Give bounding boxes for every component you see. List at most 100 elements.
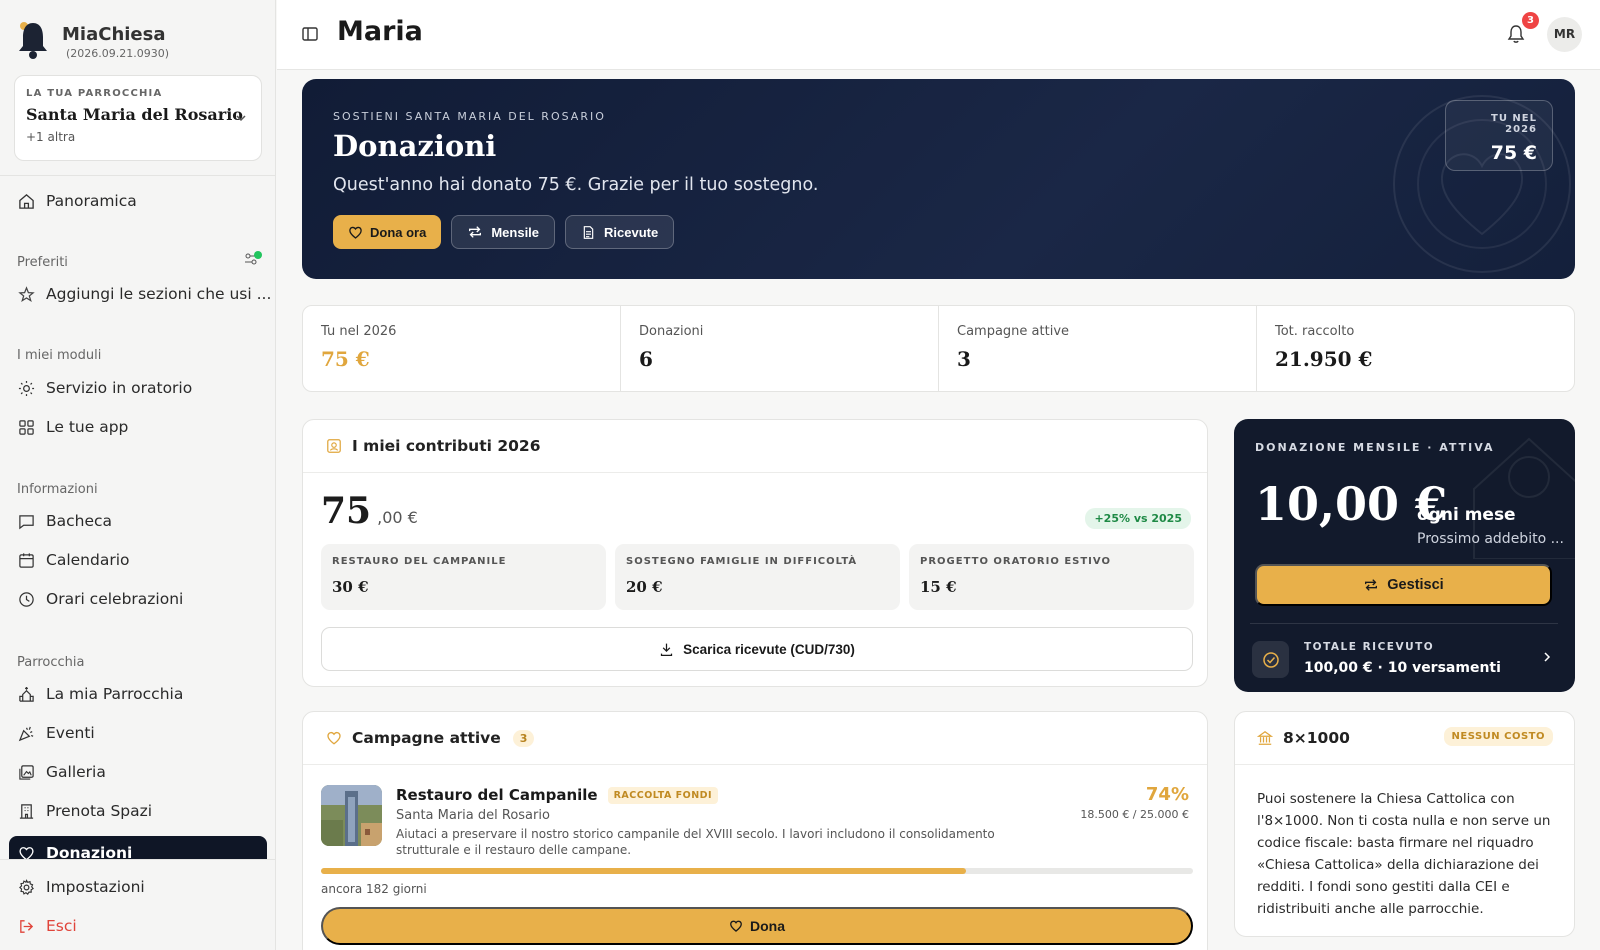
- card-header: Campagne attive 3: [303, 712, 1207, 765]
- sidebar: MiaChiesa (2026.09.21.0930) LA TUA PARRO…: [0, 0, 276, 950]
- nav-app[interactable]: Le tue app: [18, 418, 128, 436]
- nav-galleria[interactable]: Galleria: [18, 763, 106, 781]
- otto-per-mille-card: 8×1000 NESSUN COSTO Puoi sostenere la Ch…: [1234, 711, 1575, 937]
- nav-bacheca[interactable]: Bacheca: [18, 512, 112, 530]
- brand[interactable]: MiaChiesa (2026.09.21.0930): [16, 20, 275, 64]
- message-icon: [19, 514, 34, 529]
- year-value: 75 €: [1490, 142, 1537, 164]
- repeat-icon: [469, 226, 482, 238]
- stat-value: 21.950 €: [1275, 347, 1373, 371]
- building-icon: [19, 803, 34, 819]
- monthly-button[interactable]: Mensile: [451, 215, 556, 249]
- hero-title: Donazioni: [333, 129, 497, 163]
- nav-impostazioni[interactable]: Impostazioni: [18, 878, 145, 896]
- repeat-icon: [1365, 579, 1378, 591]
- nav-panoramica[interactable]: Panoramica: [18, 192, 137, 210]
- breakdown-item: SOSTEGNO FAMIGLIE IN DIFFICOLTÀ 20 €: [615, 544, 900, 610]
- contributions-card: I miei contributi 2026 75 ,00 € +25% vs …: [302, 419, 1208, 687]
- monthly-frequency: ogni mese: [1417, 505, 1516, 525]
- nav-label: La mia Parrocchia: [46, 685, 184, 703]
- divider: [0, 175, 276, 176]
- button-label: Ricevute: [604, 224, 659, 240]
- hero-kicker: SOSTIENI SANTA MARIA DEL ROSARIO: [333, 110, 606, 123]
- section-info: Informazioni: [17, 482, 98, 497]
- cost-tag: NESSUN COSTO: [1443, 727, 1553, 746]
- receipts-button[interactable]: Ricevute: [565, 215, 675, 249]
- stat-label: Campagne attive: [957, 324, 1070, 339]
- stat-campaigns: Campagne attive 3: [939, 306, 1257, 391]
- card-title: 8×1000: [1283, 729, 1350, 747]
- amount-decimal: ,00 €: [377, 508, 418, 527]
- year-kicker: TU NEL 2026: [1491, 113, 1537, 135]
- monthly-kicker: DONAZIONE MENSILE · ATTIVA: [1255, 441, 1495, 454]
- breakdown-label: SOSTEGNO FAMIGLIE IN DIFFICOLTÀ: [626, 556, 858, 567]
- button-label: Gestisci: [1387, 577, 1444, 593]
- nav-label: Esci: [46, 917, 77, 935]
- stat-value: 6: [639, 347, 653, 371]
- sidebar-toggle-icon[interactable]: [301, 25, 319, 47]
- nav-label: Galleria: [46, 763, 106, 781]
- delta-badge: +25% vs 2025: [1085, 508, 1191, 529]
- home-icon: [19, 193, 34, 209]
- campaign-progress: [321, 868, 1193, 874]
- nav-label: Calendario: [46, 551, 130, 569]
- breakdown-value: 15 €: [920, 578, 957, 596]
- check-badge-icon: [1252, 641, 1289, 678]
- breakdown-label: PROGETTO ORATORIO ESTIVO: [920, 556, 1111, 567]
- stat-value: 75 €: [321, 347, 370, 371]
- manage-button[interactable]: Gestisci: [1255, 564, 1552, 606]
- campaigns-card: Campagne attive 3 Restauro del Campanile…: [302, 711, 1208, 950]
- section-parish: Parrocchia: [17, 655, 85, 670]
- breakdown-value: 30 €: [332, 578, 369, 596]
- nav-donazioni[interactable]: Donazioni: [9, 836, 267, 862]
- topbar: Maria 3 MR: [277, 0, 1600, 70]
- notifications-bell-icon[interactable]: [1507, 24, 1525, 48]
- donate-now-button[interactable]: Dona ora: [333, 215, 442, 249]
- nav-esci[interactable]: Esci: [18, 917, 77, 935]
- button-label: Scarica ricevute (CUD/730): [683, 641, 855, 657]
- breakdown-value: 20 €: [626, 578, 663, 596]
- button-label: Dona ora: [370, 224, 427, 240]
- campaign-description: Aiutaci a preservare il nostro storico c…: [396, 827, 995, 857]
- nav-parrocchia[interactable]: La mia Parrocchia: [18, 685, 183, 703]
- donations-hero: SOSTIENI SANTA MARIA DEL ROSARIO Donazio…: [302, 79, 1575, 279]
- download-icon: [660, 643, 673, 656]
- download-receipts-button[interactable]: Scarica ricevute (CUD/730): [321, 627, 1193, 671]
- button-label: Dona: [750, 918, 785, 934]
- stat-value: 3: [957, 347, 971, 371]
- nav-eventi[interactable]: Eventi: [18, 724, 95, 742]
- parish-selector[interactable]: LA TUA PARROCCHIA Santa Maria del Rosari…: [14, 75, 262, 161]
- heart-icon: [327, 731, 341, 745]
- campaign-days-left: ancora 182 giorni: [321, 882, 427, 896]
- divider: [0, 859, 276, 860]
- campaign-title: Restauro del Campanile: [396, 786, 598, 804]
- document-icon: [583, 225, 594, 239]
- nav-label: Panoramica: [46, 192, 137, 210]
- stat-label: Tu nel 2026: [321, 324, 397, 339]
- nav-add-favorites[interactable]: Aggiungi le sezioni che usi ...: [18, 285, 271, 303]
- logout-icon: [20, 919, 34, 933]
- bank-icon: [1257, 731, 1273, 745]
- avatar[interactable]: MR: [1547, 17, 1582, 52]
- nav-servizio-oratorio[interactable]: Servizio in oratorio: [18, 379, 192, 397]
- campaign-percent: 74%: [1145, 784, 1189, 805]
- church-icon: [19, 686, 34, 702]
- campaign-parish: Santa Maria del Rosario: [396, 808, 550, 823]
- nav-prenota[interactable]: Prenota Spazi: [18, 802, 152, 820]
- parish-more: +1 altra: [26, 130, 76, 144]
- nav-label: Servizio in oratorio: [46, 379, 193, 397]
- nav-calendario[interactable]: Calendario: [18, 551, 130, 569]
- hero-subtitle: Quest'anno hai donato 75 €. Grazie per i…: [333, 175, 819, 195]
- heart-icon: [730, 920, 742, 932]
- donate-campaign-button[interactable]: Dona: [321, 907, 1193, 945]
- nav-orari[interactable]: Orari celebrazioni: [18, 590, 183, 608]
- stats-bar: Tu nel 2026 75 € Donazioni 6 Campagne at…: [302, 305, 1575, 392]
- card-title: I miei contributi 2026: [352, 437, 541, 455]
- nav-label: Aggiungi le sezioni che usi ...: [46, 285, 272, 303]
- heart-icon: [349, 226, 362, 239]
- star-icon: [18, 285, 35, 302]
- monthly-donation-card: DONAZIONE MENSILE · ATTIVA 10,00 € ogni …: [1234, 419, 1575, 692]
- page-title: Maria: [337, 16, 423, 47]
- breakdown-item: RESTAURO DEL CAMPANILE 30 €: [321, 544, 606, 610]
- chevron-right-icon[interactable]: [1542, 651, 1552, 667]
